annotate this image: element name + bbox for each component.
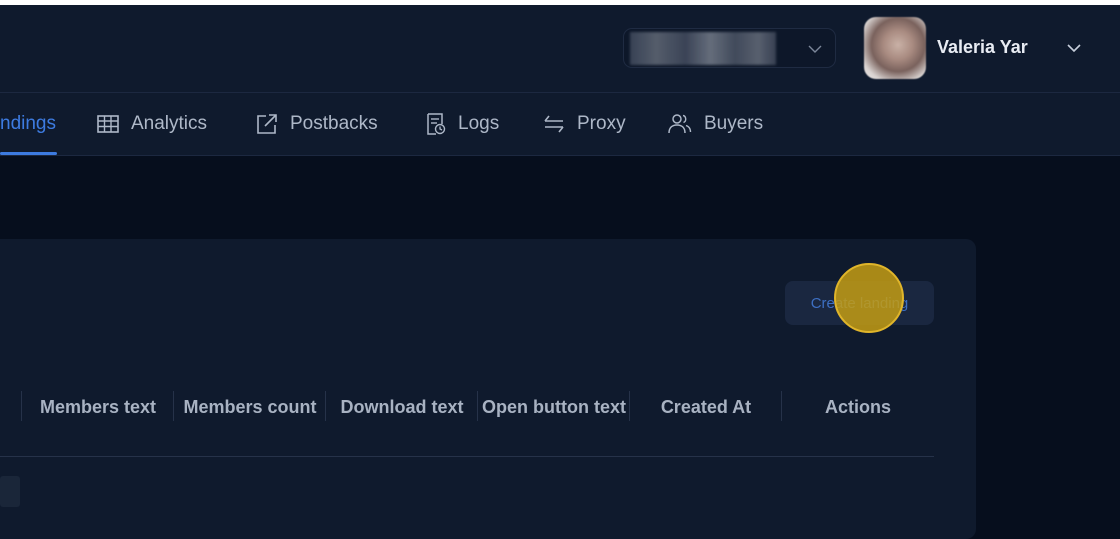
avatar[interactable] [864, 17, 926, 79]
tab-buyers[interactable]: Buyers [668, 93, 763, 155]
column-header-members-text[interactable]: Members text [23, 376, 173, 438]
tab-label: ndings [0, 113, 56, 134]
chevron-down-icon[interactable] [1066, 40, 1082, 56]
tab-analytics[interactable]: Analytics [97, 93, 207, 155]
workspace-name-redacted [630, 32, 776, 65]
click-indicator [834, 263, 904, 333]
tab-label: Analytics [131, 113, 208, 134]
column-header-created-at[interactable]: Created At [631, 376, 781, 438]
active-tab-indicator [0, 152, 57, 155]
table-row [0, 476, 20, 507]
log-file-icon [427, 113, 446, 135]
window-top-edge [0, 0, 1120, 5]
tab-landings[interactable]: ndings [0, 93, 57, 155]
top-header: Valeria Yar [0, 0, 1120, 93]
column-divider [21, 391, 22, 421]
tab-logs[interactable]: Logs [426, 93, 499, 155]
users-icon [668, 114, 692, 134]
tab-label: Proxy [577, 113, 626, 134]
column-header-open-button-text[interactable]: Open button text [479, 376, 629, 438]
tab-proxy[interactable]: Proxy [543, 93, 626, 155]
table-header-divider [0, 456, 934, 457]
swap-arrows-icon [544, 115, 564, 133]
tab-label: Postbacks [290, 113, 378, 134]
external-link-icon [257, 114, 277, 134]
table-grid-icon [97, 115, 119, 133]
main-nav: ndings Analytics Postbacks Logs Proxy Bu… [0, 93, 1120, 156]
column-divider [477, 391, 478, 421]
column-divider [173, 391, 174, 421]
tab-postbacks[interactable]: Postbacks [256, 93, 378, 155]
column-divider [781, 391, 782, 421]
column-divider [629, 391, 630, 421]
tab-label: Logs [458, 113, 500, 134]
column-header-download-text[interactable]: Download text [327, 376, 477, 438]
tab-label: Buyers [704, 113, 764, 134]
column-header-members-count[interactable]: Members count [175, 376, 325, 438]
column-header-actions: Actions [824, 397, 891, 417]
user-name[interactable]: Valeria Yar [937, 37, 1028, 58]
workspace-select[interactable] [623, 28, 836, 68]
chevron-down-icon [808, 45, 822, 53]
column-divider [325, 391, 326, 421]
